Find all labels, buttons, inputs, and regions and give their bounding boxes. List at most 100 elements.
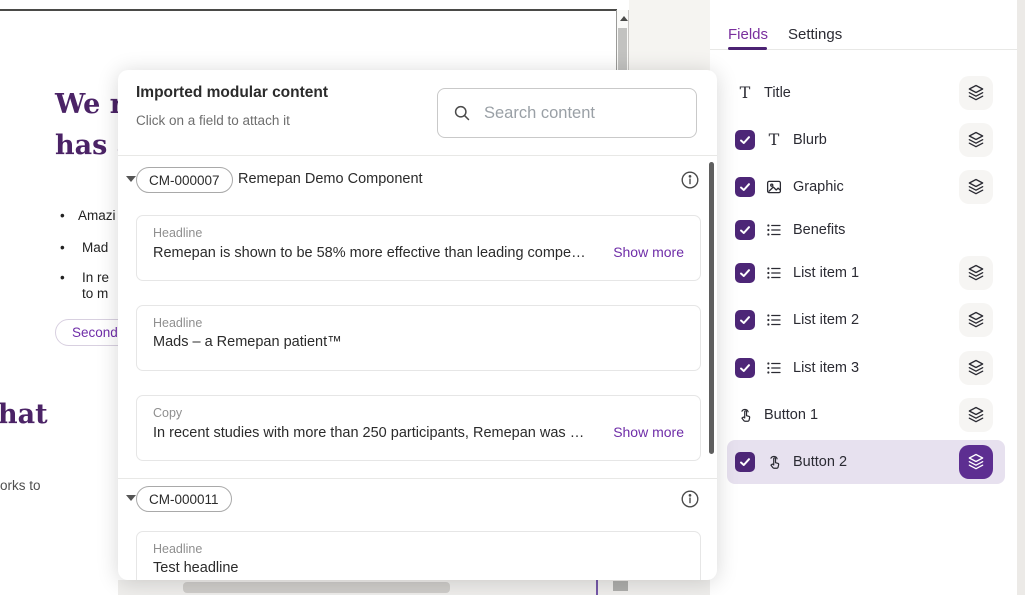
text-icon: T — [735, 83, 755, 103]
field-value: In recent studies with more than 250 par… — [153, 425, 599, 441]
field-type-label: Copy — [153, 406, 684, 420]
check-icon — [739, 362, 751, 374]
search-icon — [452, 103, 472, 123]
check-icon — [739, 314, 751, 326]
checkbox-checked[interactable] — [735, 452, 755, 472]
bullet-text: Amazi — [78, 208, 116, 223]
content-field-card[interactable]: Copy In recent studies with more than 25… — [136, 395, 701, 461]
content-group-header[interactable]: CM-000011 — [118, 486, 717, 514]
canvas-top-border — [0, 9, 617, 11]
field-type-label: Headline — [153, 542, 684, 556]
imported-content-modal: Imported modular content Click on a fiel… — [118, 70, 717, 580]
info-icon[interactable] — [679, 169, 701, 191]
check-icon — [739, 134, 751, 146]
field-row-graphic[interactable]: Graphic — [727, 165, 1005, 209]
layers-button[interactable] — [959, 123, 993, 157]
field-type-label: Headline — [153, 316, 684, 330]
layers-icon — [966, 452, 986, 472]
content-id-badge: CM-000007 — [136, 167, 233, 193]
caret-down-icon[interactable] — [126, 495, 136, 501]
content-id-badge: CM-000011 — [136, 486, 232, 512]
checkbox-checked[interactable] — [735, 177, 755, 197]
content-group-name: Remepan Demo Component — [238, 171, 423, 187]
field-row-button-2[interactable]: Button 2 — [727, 440, 1005, 484]
field-label: List item 2 — [793, 312, 859, 328]
field-row-list-item-1[interactable]: List item 1 — [727, 251, 1005, 295]
field-label: Button 2 — [793, 454, 847, 470]
bottom-scroll-strip — [118, 580, 710, 595]
page-heading-2: hat — [0, 399, 48, 430]
scrollbar-corner — [613, 581, 628, 591]
content-field-card[interactable]: Headline Remepan is shown to be 58% more… — [136, 215, 701, 281]
field-value: Test headline — [153, 560, 684, 576]
field-label: List item 3 — [793, 360, 859, 376]
field-label: List item 1 — [793, 265, 859, 281]
layers-button[interactable] — [959, 398, 993, 432]
modal-scrollbar-thumb[interactable] — [709, 162, 714, 454]
content-field-card[interactable]: Headline Mads – a Remepan patient™ — [136, 305, 701, 371]
layers-icon — [966, 177, 986, 197]
search-input[interactable] — [484, 104, 682, 123]
info-icon[interactable] — [679, 488, 701, 510]
bullet-text: to m — [82, 286, 108, 301]
bullet-icon: • — [60, 270, 78, 286]
field-row-button-1[interactable]: Button 1 — [727, 393, 1005, 437]
field-label: Blurb — [793, 132, 827, 148]
show-more-link[interactable]: Show more — [613, 244, 684, 260]
field-value: Remepan is shown to be 58% more effectiv… — [153, 245, 599, 261]
layers-button[interactable] — [959, 170, 993, 204]
layers-button[interactable] — [959, 256, 993, 290]
field-label: Button 1 — [764, 407, 818, 423]
sidebar-header: Fields Settings — [710, 0, 1017, 50]
check-icon — [739, 224, 751, 236]
horizontal-scrollbar-thumb[interactable] — [183, 582, 450, 593]
layers-icon — [966, 310, 986, 330]
field-type-label: Headline — [153, 226, 684, 240]
check-icon — [739, 267, 751, 279]
bullet-text: Mad — [82, 240, 108, 255]
search-box[interactable] — [437, 88, 697, 138]
caret-down-icon[interactable] — [126, 176, 136, 182]
field-row-list-item-2[interactable]: List item 2 — [727, 298, 1005, 342]
layers-button[interactable] — [959, 351, 993, 385]
checkbox-checked[interactable] — [735, 358, 755, 378]
checkbox-checked[interactable] — [735, 263, 755, 283]
image-icon — [764, 177, 784, 197]
field-row-list-item-3[interactable]: List item 3 — [727, 346, 1005, 390]
show-more-link[interactable]: Show more — [613, 424, 684, 440]
vertical-scrollbar-thumb[interactable] — [618, 28, 627, 72]
checkbox-checked[interactable] — [735, 310, 755, 330]
text-icon: T — [764, 130, 784, 150]
scroll-up-arrow-icon[interactable] — [620, 16, 628, 21]
list-icon — [764, 263, 784, 283]
field-row-benefits[interactable]: Benefits — [727, 208, 1005, 252]
content-group-header[interactable]: CM-000007 Remepan Demo Component — [118, 167, 717, 195]
tab-fields[interactable]: Fields — [728, 26, 768, 43]
fields-sidebar: Fields Settings T Title T Blurb Graphic — [710, 0, 1017, 595]
divider — [118, 478, 717, 479]
checkbox-checked[interactable] — [735, 130, 755, 150]
field-row-title[interactable]: T Title — [727, 71, 1005, 115]
layers-icon — [966, 263, 986, 283]
click-icon — [735, 405, 755, 425]
list-icon — [764, 358, 784, 378]
bullet-icon: • — [60, 240, 78, 255]
purple-edge-line — [596, 580, 598, 595]
modal-title: Imported modular content — [136, 84, 328, 102]
layers-icon — [966, 405, 986, 425]
layers-button-active[interactable] — [959, 445, 993, 479]
layers-icon — [966, 130, 986, 150]
content-field-card[interactable]: Headline Test headline — [136, 531, 701, 580]
layers-button[interactable] — [959, 303, 993, 337]
active-tab-underline — [728, 47, 767, 50]
field-label: Benefits — [793, 222, 845, 238]
window-right-edge — [1017, 0, 1025, 595]
list-icon — [764, 220, 784, 240]
field-label: Graphic — [793, 179, 844, 195]
check-icon — [739, 456, 751, 468]
divider — [118, 155, 717, 156]
checkbox-checked[interactable] — [735, 220, 755, 240]
field-row-blurb[interactable]: T Blurb — [727, 118, 1005, 162]
layers-button[interactable] — [959, 76, 993, 110]
tab-settings[interactable]: Settings — [788, 26, 842, 43]
